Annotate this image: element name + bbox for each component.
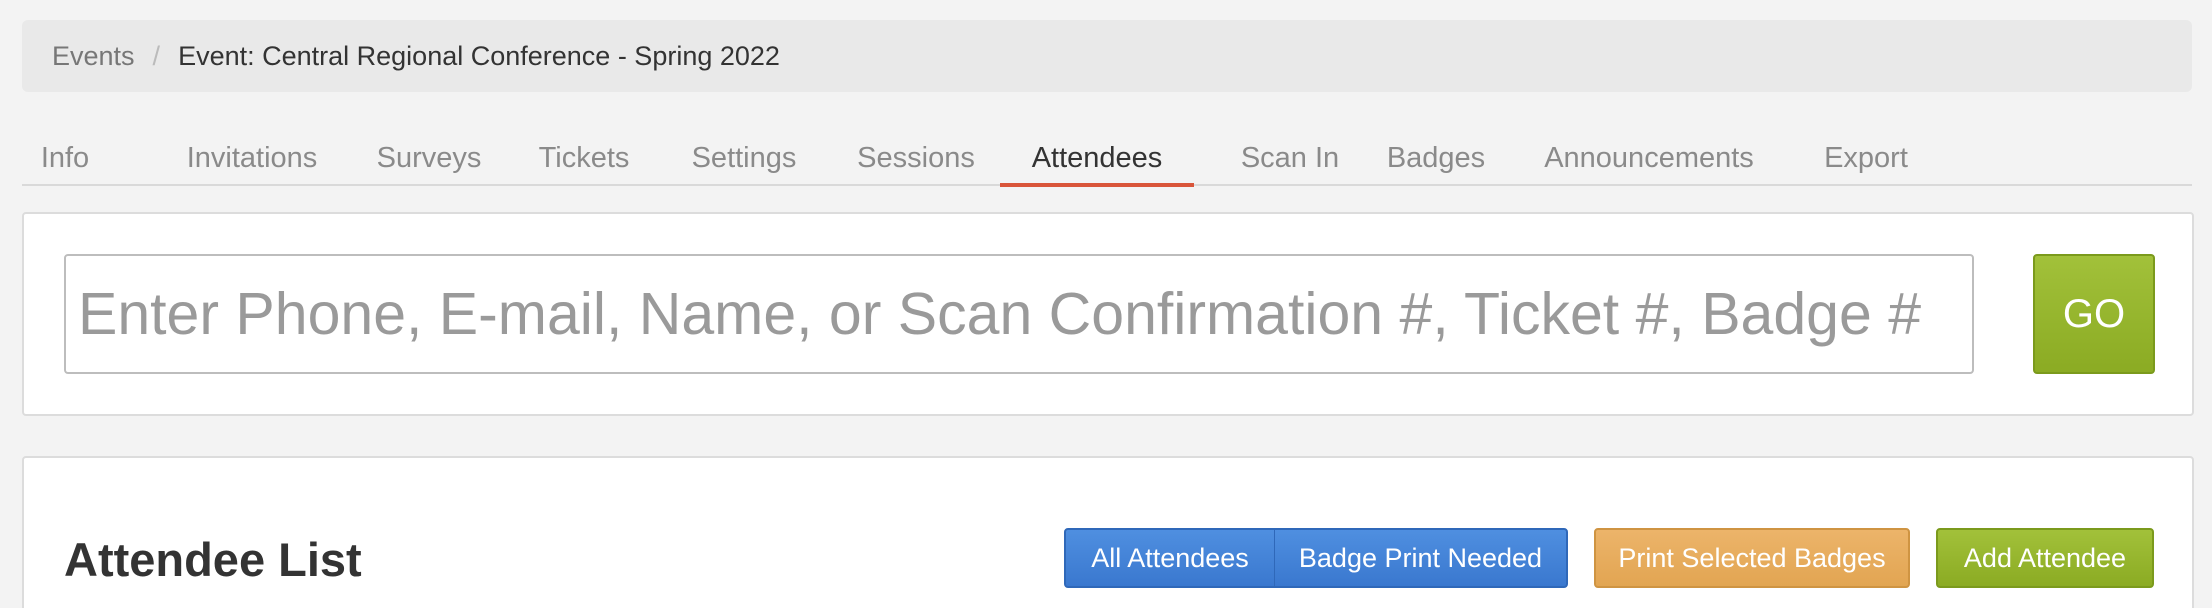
breadcrumb: Events / Event: Central Regional Confere… xyxy=(22,20,2192,92)
tab-badges[interactable]: Badges xyxy=(1376,130,1496,186)
attendee-search-input[interactable] xyxy=(64,254,1974,374)
tab-surveys[interactable]: Surveys xyxy=(362,130,496,186)
search-panel: GO xyxy=(22,212,2194,416)
add-attendee-button[interactable]: Add Attendee xyxy=(1936,528,2154,588)
tab-invitations[interactable]: Invitations xyxy=(158,130,346,186)
tab-export[interactable]: Export xyxy=(1812,130,1920,186)
tab-scan-in[interactable]: Scan In xyxy=(1220,130,1360,186)
breadcrumb-current: Event: Central Regional Conference - Spr… xyxy=(178,40,780,71)
print-selected-badges-button[interactable]: Print Selected Badges xyxy=(1594,528,1910,588)
tab-settings[interactable]: Settings xyxy=(678,130,810,186)
go-button[interactable]: GO xyxy=(2033,254,2155,374)
breadcrumb-events-link[interactable]: Events xyxy=(52,41,135,72)
all-attendees-button[interactable]: All Attendees xyxy=(1064,528,1276,588)
event-attendees-page: Events / Event: Central Regional Confere… xyxy=(0,0,2212,608)
attendee-list-title: Attendee List xyxy=(64,533,362,586)
tab-announcements[interactable]: Announcements xyxy=(1536,130,1762,186)
event-tabs: Info Invitations Surveys Tickets Setting… xyxy=(22,130,2192,187)
tab-sessions[interactable]: Sessions xyxy=(844,130,988,186)
tab-attendees[interactable]: Attendees xyxy=(1000,130,1194,187)
tab-tickets[interactable]: Tickets xyxy=(524,130,644,186)
breadcrumb-separator: / xyxy=(152,40,161,71)
attendee-list-panel: Attendee List All Attendees Badge Print … xyxy=(22,456,2194,608)
tab-info[interactable]: Info xyxy=(30,130,100,186)
badge-print-needed-button[interactable]: Badge Print Needed xyxy=(1274,528,1568,588)
